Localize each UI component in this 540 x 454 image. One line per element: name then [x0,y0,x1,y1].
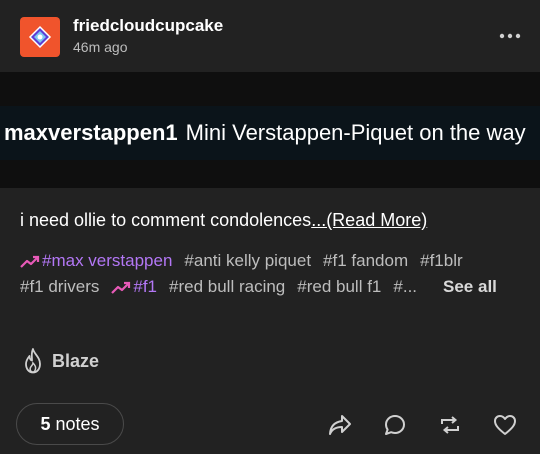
trending-arrow-icon [111,281,131,294]
tag-item[interactable]: #f1 drivers [20,274,99,300]
blaze-label: Blaze [52,350,100,371]
tag-label: #f1 drivers [20,277,100,296]
tag-item[interactable]: #anti kelly piquet [184,248,311,274]
notes-button[interactable]: 5 notes [16,403,124,445]
blaze-button[interactable]: Blaze [22,348,99,374]
reply-button[interactable] [382,412,408,438]
post-image[interactable]: maxverstappen1 Mini Verstappen-Piquet on… [0,72,540,188]
post-header: friedcloudcupcake 46m ago [0,0,540,72]
tag-label: #f1blr [420,251,463,270]
tag-label: #f1 fandom [323,251,409,270]
read-more-link[interactable]: ...(Read More) [311,210,427,230]
notes-count: 5 [40,413,51,434]
post-body-text: i need ollie to comment condolences [20,210,312,230]
tag-label: #max verstappen [42,251,173,270]
tag-item[interactable]: #red bull racing [169,274,285,300]
share-icon [329,415,351,435]
trending-arrow-icon [20,255,40,268]
image-banner-username: maxverstappen1 [4,120,178,145]
tag-label: #red bull f1 [297,277,382,296]
image-banner-text: Mini Verstappen-Piquet on the way [185,120,526,145]
tag-item[interactable]: #... [393,274,417,300]
more-options-button[interactable] [496,26,524,46]
tag-item[interactable]: #red bull f1 [297,274,381,300]
username[interactable]: friedcloudcupcake [73,16,223,36]
tag-label: #... [393,277,418,296]
share-button[interactable] [327,412,353,438]
reblog-icon [441,416,459,434]
more-dots-icon [499,33,521,39]
reply-icon [385,415,405,435]
post-footer: 5 notes [0,392,540,454]
avatar-logo-icon [28,25,52,49]
heart-icon [494,415,516,435]
tag-item[interactable]: #f1 fandom [323,248,408,274]
tag-item[interactable]: #max verstappen [20,248,172,274]
image-banner: maxverstappen1 Mini Verstappen-Piquet on… [0,106,540,160]
tag-list: #max verstappen #anti kelly piquet #f1 fan… [20,248,520,300]
tag-label: #f1 [133,277,158,296]
tag-label: #red bull racing [169,277,286,296]
notes-label: notes [55,413,100,434]
like-button[interactable] [492,412,518,438]
tag-item[interactable]: #f1blr [420,248,463,274]
flame-icon [25,348,41,374]
post-body: i need ollie to comment condolences...(R… [20,210,427,231]
avatar[interactable] [20,17,60,57]
timestamp: 46m ago [73,39,128,55]
see-all-tags-button[interactable]: See all [443,277,497,296]
reblog-button[interactable] [437,412,463,438]
tag-item[interactable]: #f1 [111,274,157,300]
tag-label: #anti kelly piquet [184,251,312,270]
